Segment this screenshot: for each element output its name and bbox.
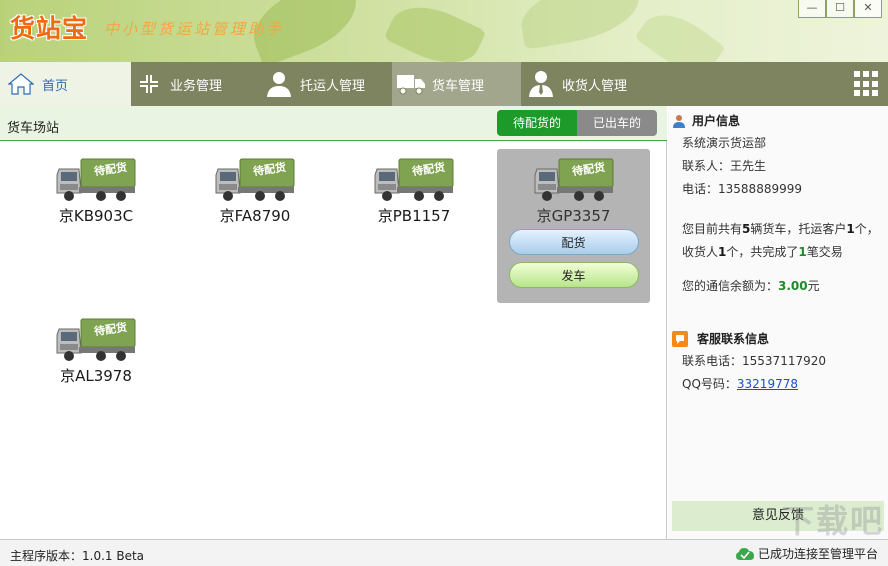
cloud-check-icon bbox=[735, 547, 754, 561]
truck-card[interactable]: 待配货京AL3978 bbox=[21, 313, 171, 386]
station-title: 货车场站 bbox=[7, 121, 60, 136]
truck-icon: 待配货 bbox=[533, 153, 615, 203]
service-qq: QQ号码：33219778 bbox=[682, 377, 798, 391]
balance-line: 您的通信余额为：3.00元 bbox=[682, 279, 820, 293]
station-toolbar: 货车场站 待配货的 已出车的 bbox=[0, 106, 667, 141]
truck-plate: 京KB903C bbox=[58, 207, 134, 225]
summary-line-2: 收货人1个，共完成了1笔交易 bbox=[682, 245, 843, 259]
truck-card[interactable]: 待配货京GP3357 配货发车 bbox=[497, 149, 650, 303]
watermark: 下载吧 bbox=[781, 502, 884, 540]
nav-shipper[interactable]: 托运人管理 bbox=[264, 62, 390, 106]
nav-consignee[interactable]: 收货人管理 bbox=[526, 62, 666, 106]
side-panel: 用户信息 系统演示货运部 联系人：王先生 电话：13588889999 您目前共… bbox=[668, 106, 888, 539]
person-icon bbox=[264, 69, 294, 99]
window-controls: — ☐ ✕ bbox=[798, 0, 882, 18]
tab-departed[interactable]: 已出车的 bbox=[577, 110, 657, 136]
contact-phone: 电话：13588889999 bbox=[682, 182, 802, 196]
truck-card[interactable]: 待配货京PB1157 bbox=[339, 153, 489, 226]
truck-icon: 待配货 bbox=[214, 153, 296, 203]
service-phone: 联系电话：15537117920 bbox=[682, 354, 826, 368]
assign-button[interactable]: 配货 bbox=[508, 229, 639, 255]
nav-consignee-label: 收货人管理 bbox=[562, 78, 628, 94]
app-header: 货站宝 中小型货运站管理助手 — ☐ ✕ bbox=[0, 0, 888, 62]
truck-plate: 京GP3357 bbox=[536, 207, 611, 225]
contact-person: 联系人：王先生 bbox=[682, 159, 767, 173]
summary-line-1: 您目前共有5辆货车，托运客户1个， bbox=[682, 222, 879, 236]
nav-business-label: 业务管理 bbox=[170, 78, 223, 94]
home-icon bbox=[6, 69, 36, 99]
main-nav: 首页 业务管理 托运人管理 货车管理 收货人管理 bbox=[0, 62, 888, 106]
service-info-header: 客服联系信息 bbox=[672, 330, 769, 347]
status-bar: 主程序版本：1.0.1 Beta 已成功连接至管理平台 bbox=[0, 539, 888, 566]
minimize-button[interactable]: — bbox=[798, 0, 826, 18]
truck-card[interactable]: 待配货京KB903C bbox=[21, 153, 171, 226]
user-info-header: 用户信息 bbox=[672, 112, 740, 129]
person-tie-icon bbox=[526, 69, 556, 99]
nav-truck-label: 货车管理 bbox=[432, 78, 485, 94]
truck-grid: 待配货 京KB903C 待配货 京FA8790 待配货 京PB1157 待配货 京GP3357… bbox=[0, 141, 667, 539]
nav-shipper-label: 托运人管理 bbox=[300, 78, 366, 94]
truck-plate: 京AL3978 bbox=[60, 367, 132, 385]
qq-link[interactable]: 33219778 bbox=[737, 377, 798, 391]
arrows-collapse-icon bbox=[134, 69, 164, 99]
tab-pending[interactable]: 待配货的 bbox=[497, 110, 577, 136]
app-logo: 货站宝 bbox=[10, 14, 89, 43]
truck-plate: 京FA8790 bbox=[219, 207, 291, 225]
nav-home-label: 首页 bbox=[42, 78, 69, 94]
maximize-button[interactable]: ☐ bbox=[826, 0, 854, 18]
connection-status: 已成功连接至管理平台 bbox=[735, 545, 878, 562]
nav-business[interactable]: 业务管理 bbox=[134, 62, 260, 106]
grid-menu-icon[interactable] bbox=[854, 71, 880, 97]
app-slogan: 中小型货运站管理助手 bbox=[104, 20, 285, 38]
truck-status-toggle: 待配货的 已出车的 bbox=[497, 110, 657, 136]
truck-icon: 待配货 bbox=[373, 153, 455, 203]
user-avatar-icon bbox=[672, 114, 686, 128]
truck-icon bbox=[396, 69, 426, 99]
truck-icon: 待配货 bbox=[55, 153, 137, 203]
truck-plate: 京PB1157 bbox=[377, 207, 451, 225]
service-icon bbox=[672, 330, 688, 347]
nav-home[interactable]: 首页 bbox=[0, 62, 131, 106]
department-name: 系统演示货运部 bbox=[682, 136, 767, 150]
version-info: 主程序版本：1.0.1 Beta bbox=[10, 549, 145, 563]
depart-button[interactable]: 发车 bbox=[508, 262, 639, 288]
close-button[interactable]: ✕ bbox=[854, 0, 882, 18]
truck-card[interactable]: 待配货京FA8790 bbox=[180, 153, 330, 226]
truck-icon: 待配货 bbox=[55, 313, 137, 363]
nav-truck[interactable]: 货车管理 bbox=[392, 62, 521, 106]
